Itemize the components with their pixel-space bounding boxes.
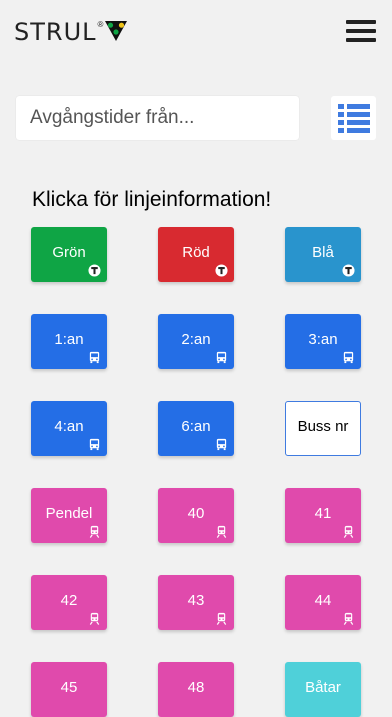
line-tile[interactable]: 2:an [158,314,234,369]
line-label: Röd [182,244,210,261]
line-tile[interactable]: Röd [158,227,234,282]
line-label: 45 [60,679,78,696]
line-label: Båtar [305,679,341,696]
line-label: 41 [314,505,332,522]
traffic-light-logo-icon [105,21,128,41]
list-view-icon [337,104,370,133]
logo-registered-mark: ® [97,20,104,29]
line-label: Blå [312,244,334,261]
line-tile[interactable]: 1:an [31,314,107,369]
app-header: STRUL ® [0,0,392,64]
line-label: 43 [187,592,205,609]
train-icon [342,525,355,538]
search-field[interactable] [16,96,299,140]
line-tile[interactable]: 6:an [158,401,234,456]
metro-icon [342,264,355,277]
section-title: Klicka för linjeinformation! [32,188,272,211]
line-tile[interactable]: 42 [31,575,107,630]
line-tile[interactable]: 3:an [285,314,361,369]
logo-text: STRUL [14,18,97,46]
line-tile[interactable]: 45 [31,662,107,717]
line-label: 4:an [54,418,84,435]
line-tile[interactable]: 41 [285,488,361,543]
metro-icon [88,264,101,277]
train-icon [342,612,355,625]
line-label: 48 [187,679,205,696]
train-icon [88,525,101,538]
line-tile[interactable]: 4:an [31,401,107,456]
line-label: Pendel [45,505,93,522]
line-tile[interactable]: Pendel [31,488,107,543]
line-label: Grön [52,244,86,261]
hamburger-menu-icon[interactable] [346,20,376,44]
line-tile[interactable]: Blå [285,227,361,282]
line-label: 1:an [54,331,84,348]
line-label: 40 [187,505,205,522]
bus-icon [88,351,101,364]
line-tile[interactable]: Grön [31,227,107,282]
train-icon [215,612,228,625]
line-tile[interactable]: 40 [158,488,234,543]
train-icon [215,525,228,538]
bus-icon [88,438,101,451]
line-tile[interactable]: 44 [285,575,361,630]
departures-search-input[interactable] [16,96,299,140]
line-tile[interactable]: 48 [158,662,234,717]
bus-icon [215,351,228,364]
line-label: 44 [314,592,332,609]
line-tile[interactable]: Buss nr [285,401,361,456]
bus-icon [215,438,228,451]
line-label: 3:an [308,331,338,348]
train-icon [88,612,101,625]
line-label: 2:an [181,331,211,348]
metro-icon [215,264,228,277]
strul-logo[interactable]: STRUL ® [14,18,128,46]
line-tile[interactable]: 43 [158,575,234,630]
line-tile[interactable]: Båtar [285,662,361,717]
line-label: Buss nr [297,418,349,435]
bus-icon [342,351,355,364]
line-label: 42 [60,592,78,609]
list-view-button[interactable] [331,96,376,140]
line-label: 6:an [181,418,211,435]
